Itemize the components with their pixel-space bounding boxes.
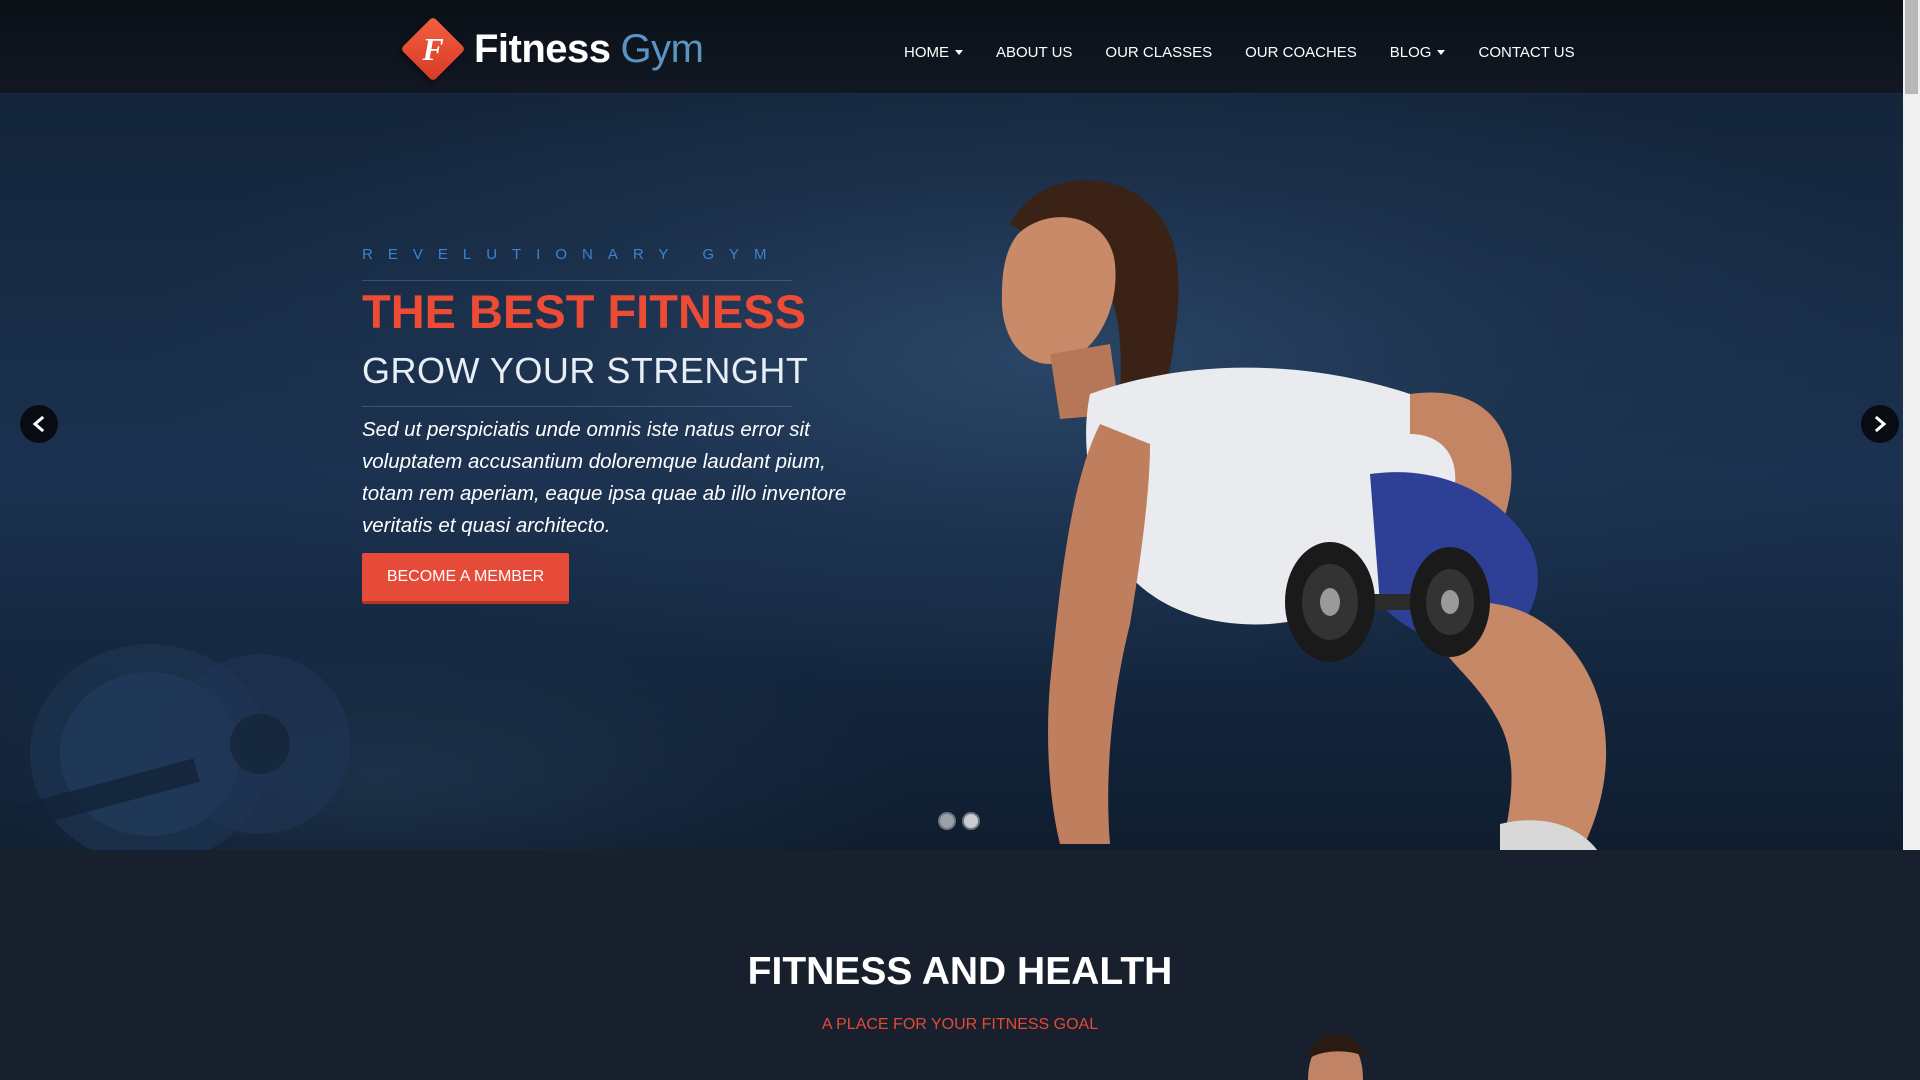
nav-item-contact-us[interactable]: CONTACT US xyxy=(1478,44,1574,61)
main-nav: HOME ABOUT US OUR CLASSES OUR COACHES BL… xyxy=(904,0,1608,94)
slider-next-button[interactable] xyxy=(1861,405,1899,443)
nav-item-about-us[interactable]: ABOUT US xyxy=(996,44,1072,61)
hero-slider: REVELUTIONARY GYM THE BEST FITNESS GROW … xyxy=(0,94,1903,850)
athlete-image xyxy=(1001,180,1607,850)
slider-dot-2[interactable] xyxy=(962,812,980,830)
hero-eyebrow: REVELUTIONARY GYM xyxy=(362,246,782,263)
nav-item-blog[interactable]: BLOG xyxy=(1390,44,1446,61)
brand-name-primary: Fitness xyxy=(474,26,611,71)
hero-subheadline: GROW YOUR STRENGHT xyxy=(362,350,809,391)
slider-dot-1[interactable] xyxy=(938,812,956,830)
coach-photo-image xyxy=(1308,1035,1364,1080)
chevron-left-icon xyxy=(32,416,45,432)
nav-item-our-classes[interactable]: OUR CLASSES xyxy=(1105,44,1212,61)
brand-name-secondary: Gym xyxy=(620,26,704,71)
section-subtitle: A PLACE FOR YOUR FITNESS GOAL xyxy=(821,1016,1099,1033)
caret-down-icon xyxy=(1437,49,1446,55)
logo-diamond-icon: F xyxy=(398,14,468,84)
hero-divider-top xyxy=(362,280,792,281)
top-navbar: F Fitness Gym HOME ABOUT US OUR CLASSES … xyxy=(0,0,1903,94)
background-dumbbell-image xyxy=(0,644,350,850)
caret-down-icon xyxy=(955,49,963,55)
chevron-right-icon xyxy=(1874,416,1887,432)
slider-prev-button[interactable] xyxy=(20,405,58,443)
hero-divider-bottom xyxy=(362,406,792,407)
slider-pagination xyxy=(938,812,980,830)
nav-item-our-coaches[interactable]: OUR COACHES xyxy=(1245,44,1357,61)
brand-logo[interactable]: F Fitness Gym xyxy=(398,14,704,84)
section-title: FITNESS AND HEALTH xyxy=(747,950,1173,993)
fitness-health-section: FITNESS AND HEALTH A PLACE FOR YOUR FITN… xyxy=(0,850,1920,1080)
page-scrollbar[interactable] xyxy=(1903,0,1920,850)
become-member-button[interactable]: BECOME A MEMBER xyxy=(362,553,569,604)
hero-lead-text: Sed ut perspiciatis unde omnis iste natu… xyxy=(362,418,847,537)
scrollbar-thumb[interactable] xyxy=(1905,0,1918,94)
nav-item-home[interactable]: HOME xyxy=(904,44,963,61)
hero-headline: THE BEST FITNESS xyxy=(362,285,806,338)
